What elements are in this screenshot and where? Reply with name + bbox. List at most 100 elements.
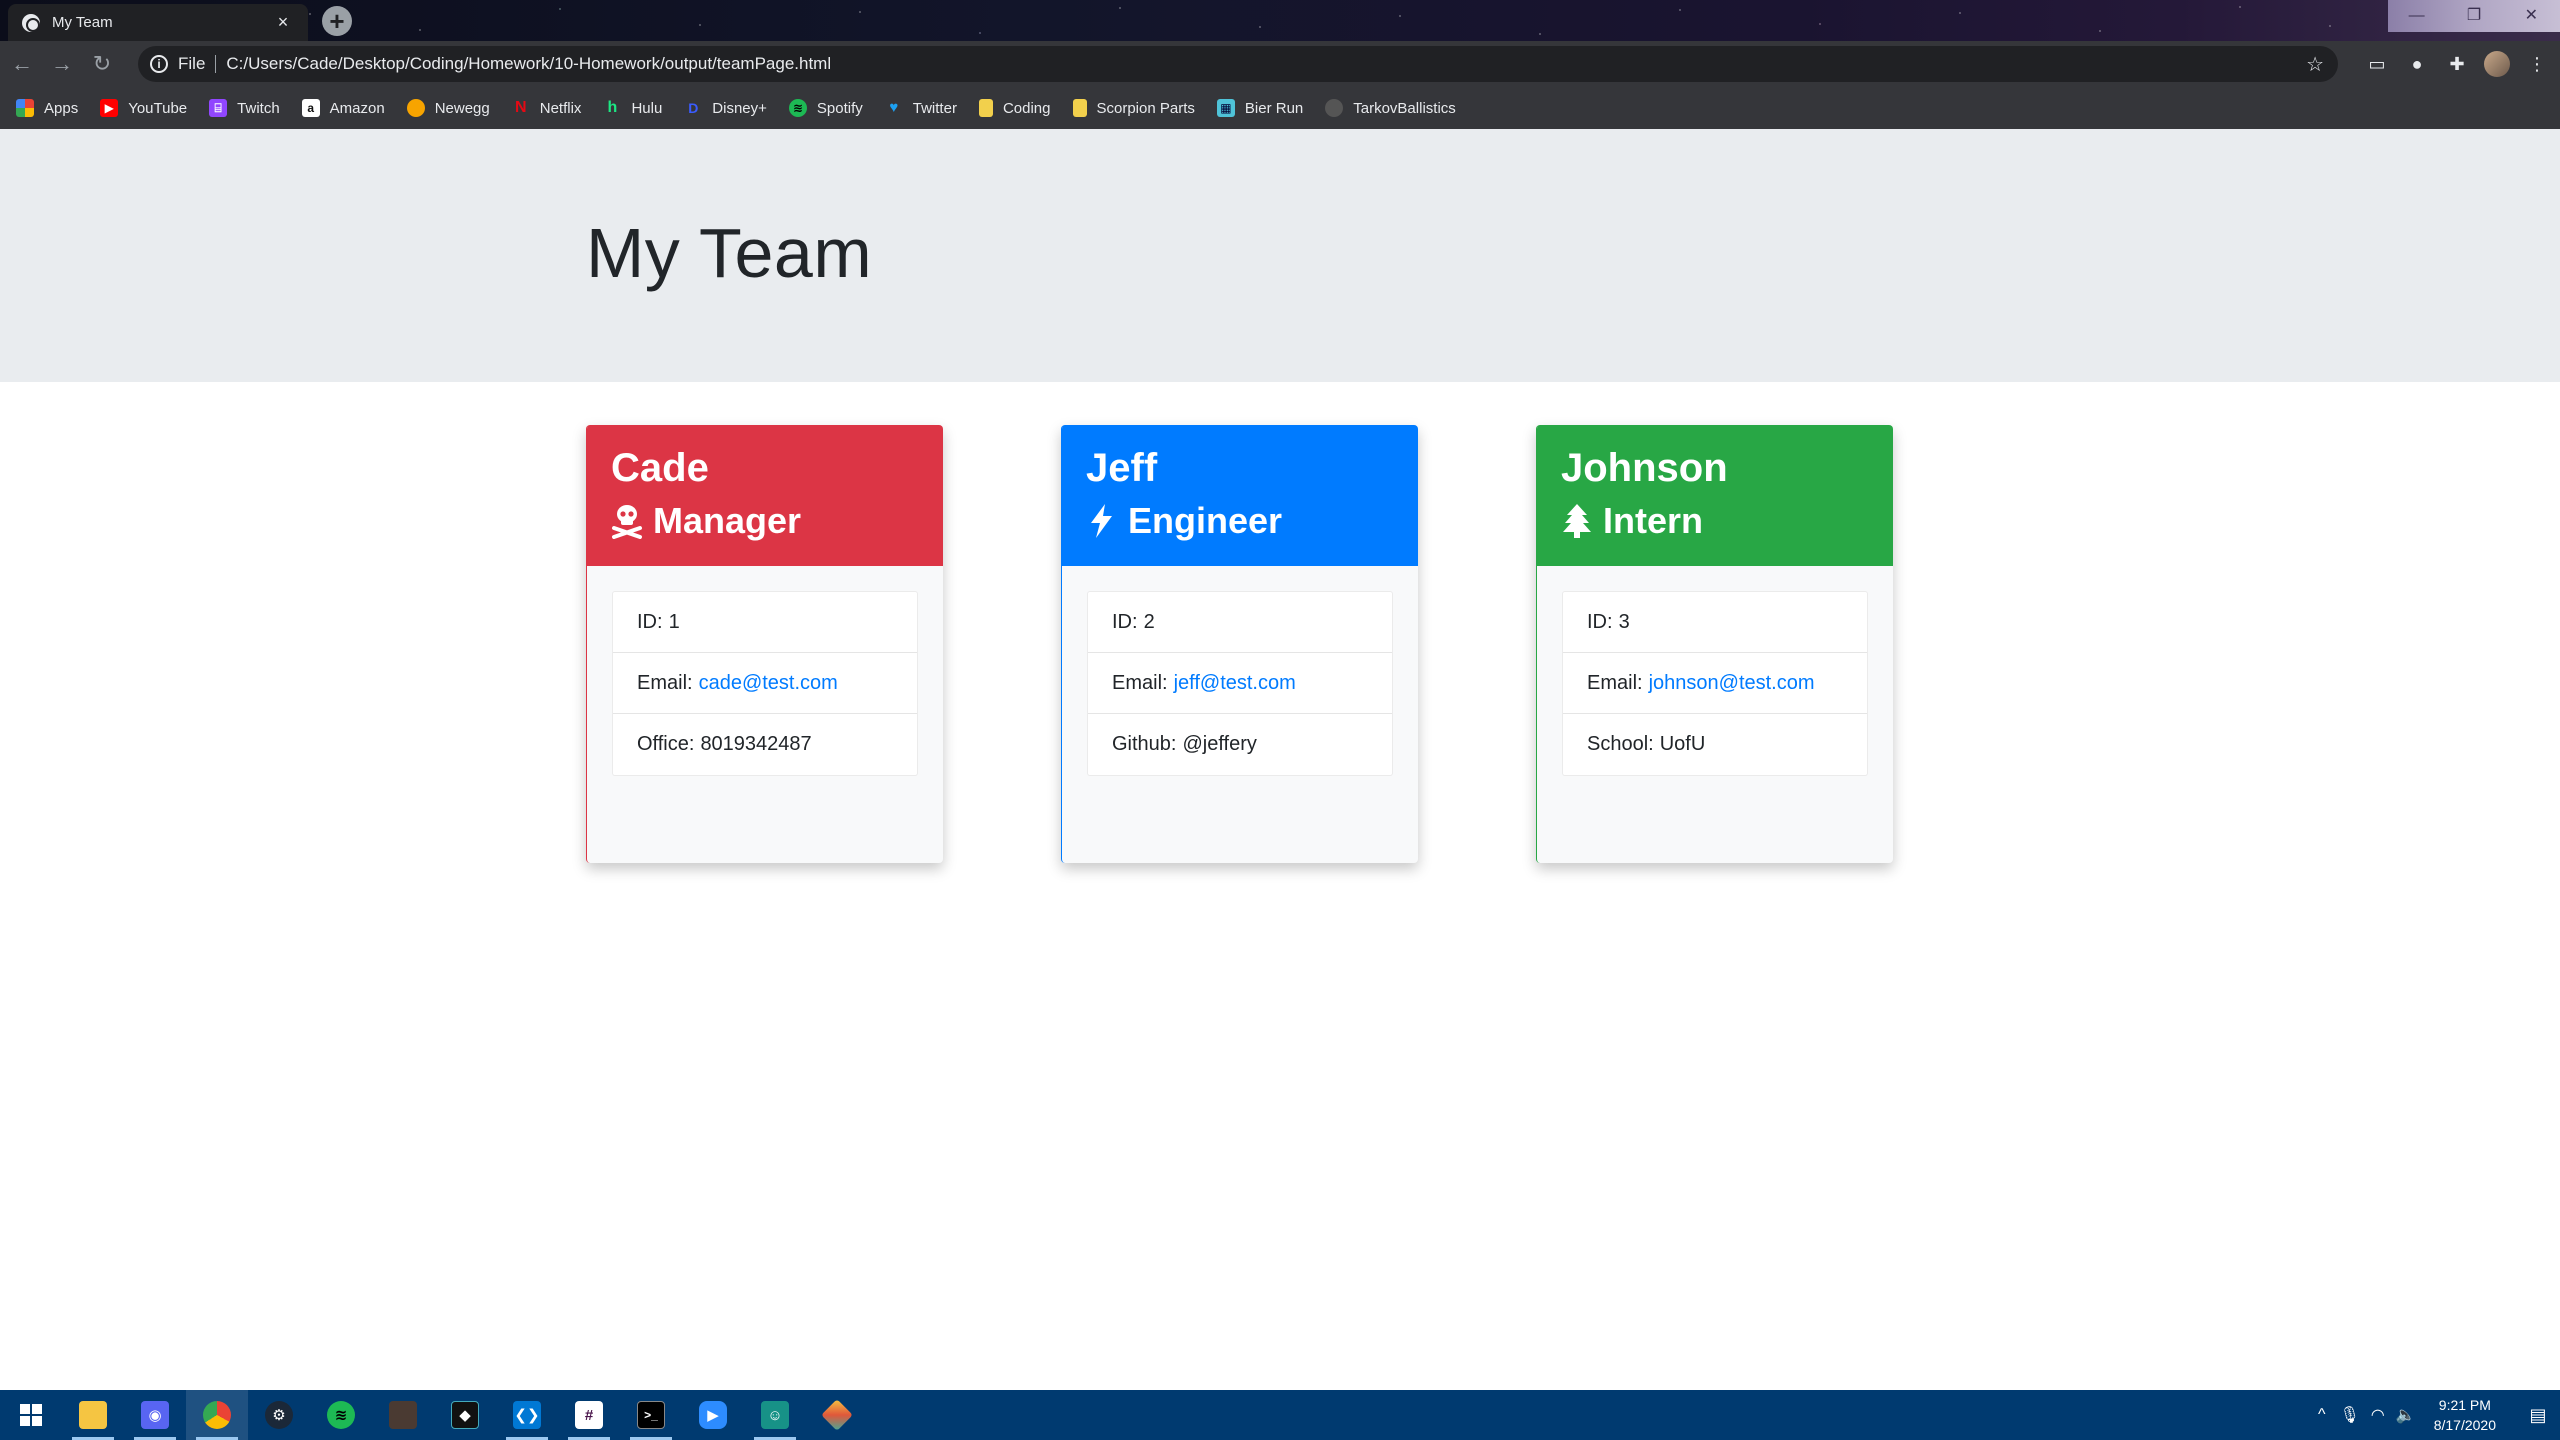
id-value: 3 bbox=[1618, 610, 1630, 633]
bookmark-label: Hulu bbox=[631, 99, 663, 117]
team-card-manager: Cade Manager ID: 1 Email: cade@test.com bbox=[586, 425, 943, 863]
bookmark-spotify[interactable]: ≋ Spotify bbox=[788, 99, 863, 117]
bookmark-twitch[interactable]: ⌸ Twitch bbox=[209, 99, 280, 117]
volume-icon[interactable]: 🔈 bbox=[2392, 1405, 2420, 1425]
maximize-button[interactable]: ❐ bbox=[2445, 0, 2502, 32]
steam-icon: ⚙ bbox=[265, 1401, 293, 1429]
bookmark-folder-scorpion-parts[interactable]: Scorpion Parts bbox=[1072, 99, 1195, 117]
git-icon bbox=[821, 1399, 853, 1431]
card-header: Johnson Intern bbox=[1537, 425, 1893, 566]
bookmark-newegg[interactable]: Newegg bbox=[406, 99, 490, 117]
id-value: 1 bbox=[668, 610, 680, 633]
bookmark-label: YouTube bbox=[128, 99, 188, 117]
cast-icon[interactable]: ▭ bbox=[2364, 51, 2390, 77]
microphone-icon[interactable]: 🎙 bbox=[2336, 1405, 2364, 1425]
wifi-icon[interactable]: ◠ bbox=[2364, 1405, 2392, 1425]
back-button[interactable]: ← bbox=[4, 46, 40, 82]
new-tab-button[interactable]: + bbox=[322, 6, 352, 36]
globe-icon bbox=[22, 13, 40, 32]
browser-toolbar: ← → ↻ i File C:/Users/Cade/Desktop/Codin… bbox=[0, 41, 2560, 87]
taskbar-game-app[interactable] bbox=[372, 1390, 434, 1440]
vscode-icon: ❮❯ bbox=[513, 1401, 541, 1429]
chevron-up-icon[interactable]: ^ bbox=[2308, 1406, 2336, 1424]
chrome-icon bbox=[203, 1401, 231, 1429]
bookmarks-bar: Apps ▶ YouTube ⌸ Twitch a Amazon Newegg … bbox=[0, 87, 2560, 129]
taskbar-chrome[interactable] bbox=[186, 1390, 248, 1440]
list-item-github: Github: @jeffery bbox=[1088, 714, 1392, 775]
member-role: Engineer bbox=[1128, 500, 1283, 541]
taskbar-spotify[interactable]: ≋ bbox=[310, 1390, 372, 1440]
file-explorer-icon bbox=[79, 1401, 107, 1429]
tab-close-button[interactable]: × bbox=[272, 12, 294, 33]
terminal-icon: >_ bbox=[637, 1401, 665, 1429]
kebab-menu-icon[interactable]: ⋮ bbox=[2524, 51, 2550, 77]
email-link[interactable]: cade@test.com bbox=[699, 672, 838, 695]
folder-icon bbox=[1072, 99, 1087, 117]
taskbar-git[interactable] bbox=[806, 1390, 868, 1440]
page-title: My Team bbox=[586, 214, 873, 292]
taskbar-discord[interactable]: ◉ bbox=[124, 1390, 186, 1440]
taskbar-steam[interactable]: ⚙ bbox=[248, 1390, 310, 1440]
spotify-icon: ≋ bbox=[788, 99, 807, 117]
member-role: Intern bbox=[1603, 500, 1704, 541]
taskbar-terminal-app[interactable]: ◆ bbox=[434, 1390, 496, 1440]
taskbar-cmd[interactable]: >_ bbox=[620, 1390, 682, 1440]
email-link[interactable]: johnson@test.com bbox=[1649, 672, 1815, 695]
apps-grid-icon bbox=[16, 99, 34, 117]
tab-my-team[interactable]: My Team × bbox=[8, 4, 308, 41]
github-label: Github: bbox=[1112, 733, 1177, 755]
start-button[interactable] bbox=[0, 1390, 62, 1440]
email-link[interactable]: jeff@test.com bbox=[1174, 672, 1296, 695]
card-body: ID: 3 Email: johnson@test.com School: Uo… bbox=[1537, 566, 1893, 801]
bookmark-bier-run[interactable]: ▦ Bier Run bbox=[1216, 99, 1304, 117]
bookmark-label: Twitter bbox=[912, 99, 957, 117]
bookmark-hulu[interactable]: h Hulu bbox=[603, 99, 663, 117]
reload-button[interactable]: ↻ bbox=[84, 46, 120, 82]
address-bar[interactable]: i File C:/Users/Cade/Desktop/Coding/Home… bbox=[138, 46, 2338, 82]
tree-icon bbox=[1563, 504, 1591, 538]
taskbar-clock[interactable]: 9:21 PM 8/17/2020 bbox=[2434, 1395, 2496, 1435]
taskbar-zoom[interactable]: ▶ bbox=[682, 1390, 744, 1440]
forward-button[interactable]: → bbox=[44, 46, 80, 82]
bookmark-netflix[interactable]: N Netflix bbox=[512, 99, 581, 117]
taskbar-slack[interactable]: # bbox=[558, 1390, 620, 1440]
bookmark-twitter[interactable]: ♥ Twitter bbox=[885, 99, 957, 117]
office-value: 8019342487 bbox=[700, 733, 812, 755]
bookmark-tarkov-ballistics[interactable]: TarkovBallistics bbox=[1325, 99, 1456, 117]
page-header: My Team bbox=[0, 129, 2560, 382]
bookmark-label: Scorpion Parts bbox=[1096, 99, 1195, 117]
profile-avatar[interactable] bbox=[2484, 51, 2510, 77]
puzzle-icon[interactable]: ✚ bbox=[2444, 51, 2470, 77]
bookmark-star-icon[interactable]: ☆ bbox=[2306, 52, 2324, 77]
school-label: School: bbox=[1587, 733, 1654, 755]
bookmark-label: Apps bbox=[44, 99, 79, 117]
list-item-school: School: UofU bbox=[1563, 714, 1867, 775]
list-item-id: ID: 1 bbox=[613, 592, 917, 653]
taskbar-vscode[interactable]: ❮❯ bbox=[496, 1390, 558, 1440]
minimize-button[interactable]: — bbox=[2388, 0, 2445, 32]
info-icon[interactable]: i bbox=[150, 55, 168, 73]
close-window-button[interactable]: ✕ bbox=[2503, 0, 2560, 32]
extension-circle-icon[interactable]: ● bbox=[2404, 51, 2430, 77]
system-tray: ^ 🎙 ◠ 🔈 9:21 PM 8/17/2020 ▤ bbox=[2308, 1390, 2560, 1440]
list-item-email: Email: jeff@test.com bbox=[1088, 653, 1392, 714]
notification-icon[interactable]: ▤ bbox=[2516, 1390, 2560, 1440]
bookmark-amazon[interactable]: a Amazon bbox=[301, 99, 385, 117]
bookmark-disney[interactable]: D Disney+ bbox=[684, 99, 767, 117]
extension-toolbar: ▭ ● ✚ ⋮ bbox=[2364, 46, 2550, 82]
taskbar-gitkraken[interactable]: ☺ bbox=[744, 1390, 806, 1440]
skull-crossbones-icon bbox=[612, 505, 642, 539]
hulu-icon: h bbox=[607, 99, 618, 116]
bookmark-label: Bier Run bbox=[1244, 99, 1304, 117]
bookmark-youtube[interactable]: ▶ YouTube bbox=[100, 99, 187, 117]
bookmark-label: TarkovBallistics bbox=[1353, 99, 1456, 117]
zoom-icon: ▶ bbox=[699, 1401, 727, 1429]
disney-icon: D bbox=[688, 100, 699, 116]
clock-date: 8/17/2020 bbox=[2433, 1417, 2496, 1433]
url-text[interactable]: C:/Users/Cade/Desktop/Coding/Homework/10… bbox=[226, 54, 831, 74]
card-body: ID: 1 Email: cade@test.com Office: 80193… bbox=[587, 566, 943, 801]
taskbar-file-explorer[interactable] bbox=[62, 1390, 124, 1440]
bookmark-apps[interactable]: Apps bbox=[16, 99, 78, 117]
list-item-email: Email: cade@test.com bbox=[613, 653, 917, 714]
bookmark-folder-coding[interactable]: Coding bbox=[978, 99, 1051, 117]
